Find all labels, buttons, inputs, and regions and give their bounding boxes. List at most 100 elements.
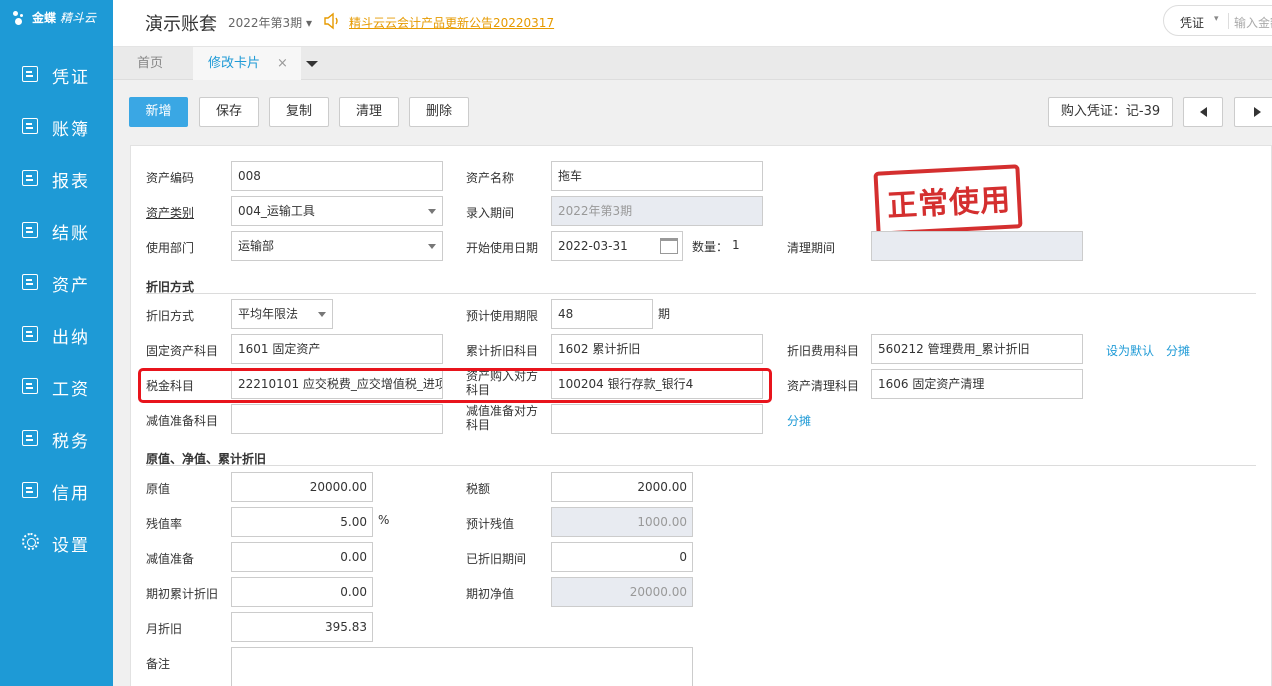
sidebar-item-settings[interactable]: 设置 [0,522,113,562]
brand-logo: 金蝶 精斗云 [12,9,96,26]
sidebar-item-label: 结账 [52,224,90,244]
sidebar-item-label: 设置 [52,536,90,556]
update-notice-link[interactable]: 精斗云云会计产品更新公告20220317 [349,14,554,31]
depreciated-periods-field[interactable]: 0 [551,542,693,572]
tab-edit-card[interactable]: 修改卡片 × [193,47,301,80]
opening-accum-dep-label: 期初累计折旧 [146,587,219,601]
sidebar-item-label: 账簿 [52,120,90,140]
opening-net-label: 期初净值 [466,587,515,601]
tab-home[interactable]: 首页 [125,47,191,80]
sidebar-item-cashier[interactable]: 出纳 [0,314,113,354]
monthly-dep-field[interactable]: 395.83 [231,612,373,642]
asset-clear-acct-field[interactable]: 1606 固定资产清理 [871,369,1083,399]
fixed-asset-acct-label: 固定资产科目 [146,344,219,358]
split-link[interactable]: 分摊 [1166,342,1190,359]
report-icon [22,170,38,186]
monthly-dep-label: 月折旧 [146,622,183,636]
asset-category-select[interactable]: 004_运输工具 [231,196,443,226]
percent-unit: % [378,513,390,527]
residual-rate-field[interactable]: 5.00 [231,507,373,537]
set-default-link[interactable]: 设为默认 [1106,342,1154,359]
sidebar-item-label: 工资 [52,380,90,400]
tax-icon [22,430,38,446]
dep-method-select[interactable]: 平均年限法 [231,299,333,329]
close-icon[interactable]: × [277,47,288,80]
opening-accum-dep-field[interactable]: 0.00 [231,577,373,607]
gear-icon [22,533,39,550]
new-button[interactable]: 新增 [129,97,188,127]
remark-label: 备注 [146,657,171,671]
asset-clear-acct-label: 资产清理科目 [787,379,860,393]
impairment-acct-label: 减值准备科目 [146,414,219,428]
sidebar-item-voucher[interactable]: 凭证 [0,54,113,94]
sidebar-item-ledger[interactable]: 账簿 [0,106,113,146]
sidebar-item-label: 报表 [52,172,90,192]
sidebar-item-asset[interactable]: 资产 [0,262,113,302]
department-label: 使用部门 [146,241,195,255]
account-title: 演示账套 [145,14,217,35]
purchase-voucher-link[interactable]: 购入凭证：记-39 [1048,97,1173,127]
voucher-type-select[interactable]: 凭证 [1180,14,1204,31]
cashier-icon [22,326,38,342]
clear-button[interactable]: 清理 [339,97,399,127]
impairment-label: 减值准备 [146,552,195,566]
original-value-field[interactable]: 20000.00 [231,472,373,502]
save-button[interactable]: 保存 [199,97,259,127]
asset-code-field[interactable]: 008 [231,161,443,191]
calendar-icon[interactable] [660,238,678,254]
asset-category-link[interactable]: 资产类别 [146,204,194,221]
start-date-field[interactable]: 2022-03-31 [551,231,683,261]
next-arrow-icon[interactable] [1234,97,1272,127]
impairment-offset-label-1: 减值准备对方 [466,404,539,418]
voucher-icon [22,66,38,82]
asset-icon [22,274,38,290]
residual-value-field: 1000.00 [551,507,693,537]
impairment-field[interactable]: 0.00 [231,542,373,572]
chevron-down-icon: ▾ [1214,14,1219,24]
asset-code-label: 资产编码 [146,171,195,185]
sidebar-item-salary[interactable]: 工资 [0,366,113,406]
quantity-label: 数量： [692,240,729,254]
quantity-value: 1 [732,238,740,252]
split-link-2[interactable]: 分摊 [787,412,811,429]
speaker-icon [324,12,338,30]
toolbar: 新增 保存 复制 清理 删除 购入凭证：记-39 [113,80,1272,142]
sidebar-item-label: 凭证 [52,68,90,88]
amount-search-input[interactable]: 输入金额 [1234,14,1272,31]
remark-textarea[interactable] [231,647,693,686]
tax-amount-label: 税额 [466,482,491,496]
entry-period-label: 录入期间 [466,206,515,220]
sidebar-item-label: 税务 [52,432,90,452]
asset-name-label: 资产名称 [466,171,515,185]
sidebar-item-report[interactable]: 报表 [0,158,113,198]
tab-dropdown-icon[interactable] [301,47,323,80]
department-select[interactable]: 运输部 [231,231,443,261]
voucher-search[interactable]: 凭证 ▾ 输入金额 [1163,5,1272,36]
highlight-box [138,368,772,403]
dep-expense-acct-field[interactable]: 560212 管理费用_累计折旧 [871,334,1083,364]
accum-dep-acct-label: 累计折旧科目 [466,344,539,358]
period-select[interactable]: 2022年第3期 ▾ [228,14,312,31]
sidebar-item-label: 信用 [52,484,90,504]
impairment-offset-label-2: 科目 [466,418,491,432]
delete-button[interactable]: 删除 [409,97,469,127]
copy-button[interactable]: 复制 [269,97,329,127]
divider [1228,13,1229,29]
sidebar-item-tax[interactable]: 税务 [0,418,113,458]
impairment-offset-field[interactable] [551,404,763,434]
tab-label: 修改卡片 [208,56,261,71]
sidebar-item-credit[interactable]: 信用 [0,470,113,510]
life-label: 预计使用期限 [466,309,539,323]
life-field[interactable]: 48 [551,299,653,329]
fixed-asset-acct-field[interactable]: 1601 固定资产 [231,334,443,364]
checkout-icon [22,222,38,238]
accum-dep-acct-field[interactable]: 1602 累计折旧 [551,334,763,364]
sidebar-item-checkout[interactable]: 结账 [0,210,113,250]
asset-name-field[interactable]: 拖车 [551,161,763,191]
tax-amount-field[interactable]: 2000.00 [551,472,693,502]
original-value-label: 原值 [146,482,171,496]
chevron-down-icon [318,312,326,317]
prev-arrow-icon[interactable] [1183,97,1223,127]
impairment-acct-field[interactable] [231,404,443,434]
depreciated-periods-label: 已折旧期间 [466,552,527,566]
